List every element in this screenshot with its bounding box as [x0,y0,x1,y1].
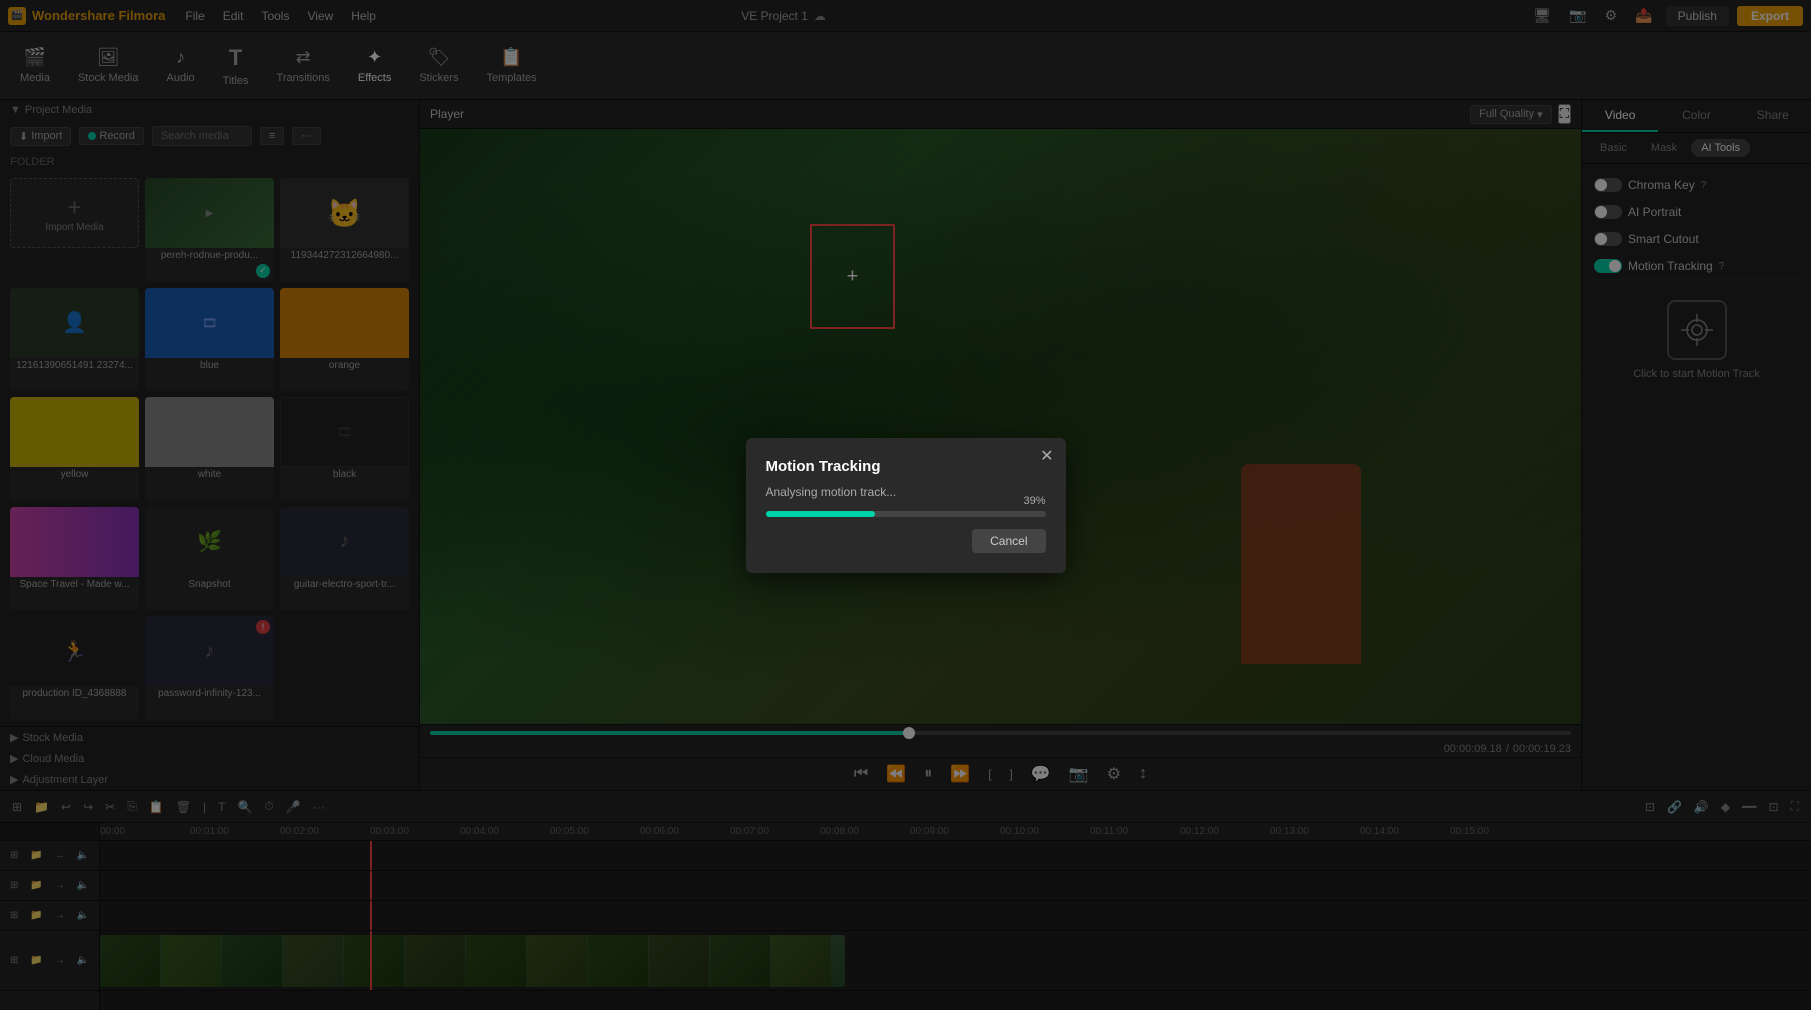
modal-footer: Cancel [766,529,1046,553]
modal-subtitle: Analysing motion track... [766,485,1046,499]
modal-progress-bar: 39% [766,511,1046,517]
modal-cancel-button[interactable]: Cancel [972,529,1045,553]
modal-close-button[interactable]: ✕ [1040,446,1053,466]
modal-progress-fill [766,511,875,517]
modal-progress-pct: 39% [1023,495,1045,507]
motion-tracking-modal: ✕ Motion Tracking Analysing motion track… [746,438,1066,573]
modal-title: Motion Tracking [766,458,1046,475]
modal-overlay: ✕ Motion Tracking Analysing motion track… [0,0,1811,1010]
